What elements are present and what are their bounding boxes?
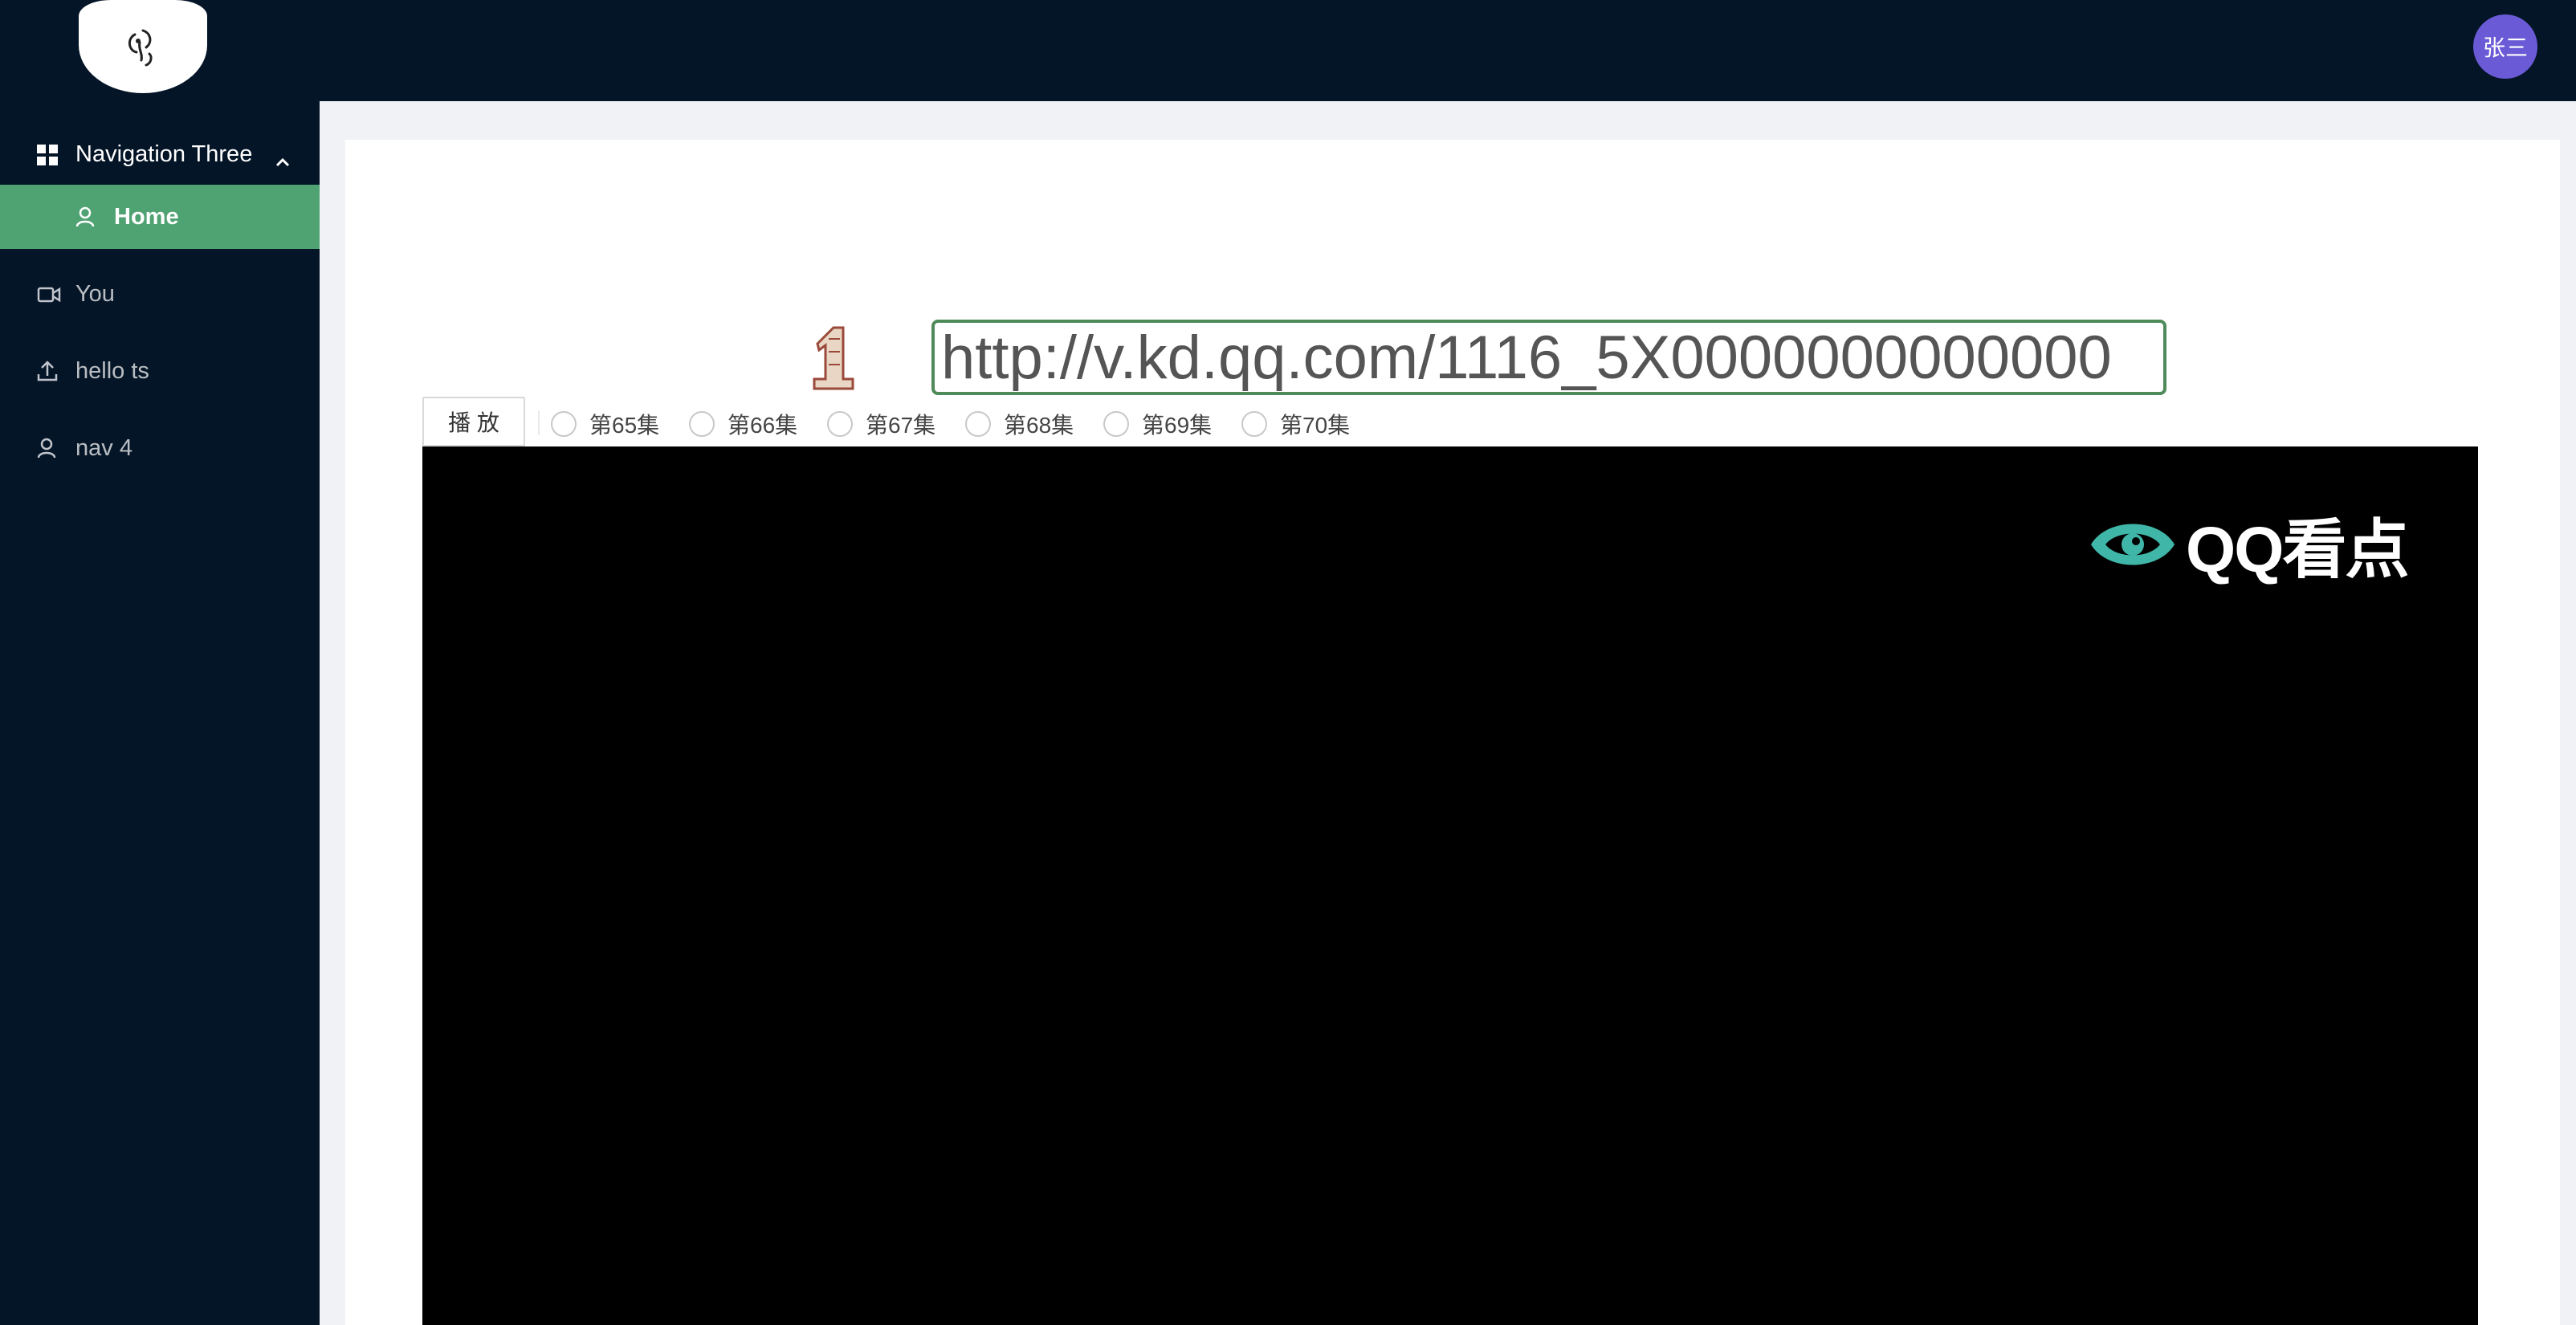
episode-radio-65[interactable]: 第65集 [551,408,659,440]
video-camera-icon [37,284,61,311]
divider [538,411,540,435]
sidebar-nav: Navigation Three Home You hello ts nav 4 [0,101,320,1325]
app-logo[interactable] [79,0,207,93]
radio-circle[interactable] [551,411,577,437]
episode-radio-70[interactable]: 第70集 [1241,408,1350,440]
radio-circle[interactable] [689,411,715,437]
play-button[interactable]: 播 放 [422,397,525,446]
sidebar-item-label: You [75,280,115,307]
sidebar-item-label: Home [114,203,179,230]
logo-sketch-icon [128,29,153,67]
watermark-text: QQ看点 [2186,514,2409,585]
episode-label: 第66集 [728,413,798,438]
video-url-input[interactable] [931,320,2166,395]
episode-radio-68[interactable]: 第68集 [965,408,1074,440]
top-header: 张三 [0,0,2576,101]
sidebar-item-hello-ts[interactable]: hello ts [0,339,320,403]
radio-circle[interactable] [827,411,853,437]
user-avatar[interactable]: 张三 [2473,14,2537,79]
appstore-icon [37,145,58,172]
sidebar-item-label: hello ts [75,357,149,384]
upload-icon [37,360,58,389]
eye-logo-icon [2091,524,2175,565]
user-icon [37,437,56,466]
episode-label: 第69集 [1142,413,1213,438]
user-icon [75,206,95,234]
sidebar-item-home[interactable]: Home [0,185,320,249]
episode-label: 第68集 [1004,413,1074,438]
episode-radio-66[interactable]: 第66集 [689,408,797,440]
radio-circle[interactable] [1241,411,1267,437]
sidebar-item-label: nav 4 [75,434,132,461]
submenu-navigation-three[interactable]: Navigation Three [0,117,320,191]
episode-radio-67[interactable]: 第67集 [827,408,935,440]
episode-number-icon [793,320,874,393]
sidebar-item-you[interactable]: You [0,262,320,326]
episode-radio-69[interactable]: 第69集 [1103,408,1212,440]
episode-label: 第70集 [1280,413,1351,438]
submenu-title-label: Navigation Three [75,141,253,167]
episode-label: 第65集 [589,413,660,438]
radio-circle[interactable] [965,411,991,437]
sidebar-item-nav-4[interactable]: nav 4 [0,416,320,480]
chevron-up-icon [275,148,291,174]
episode-label: 第67集 [866,413,936,438]
qq-kandian-watermark: QQ看点 [2088,506,2409,585]
radio-circle[interactable] [1103,411,1129,437]
